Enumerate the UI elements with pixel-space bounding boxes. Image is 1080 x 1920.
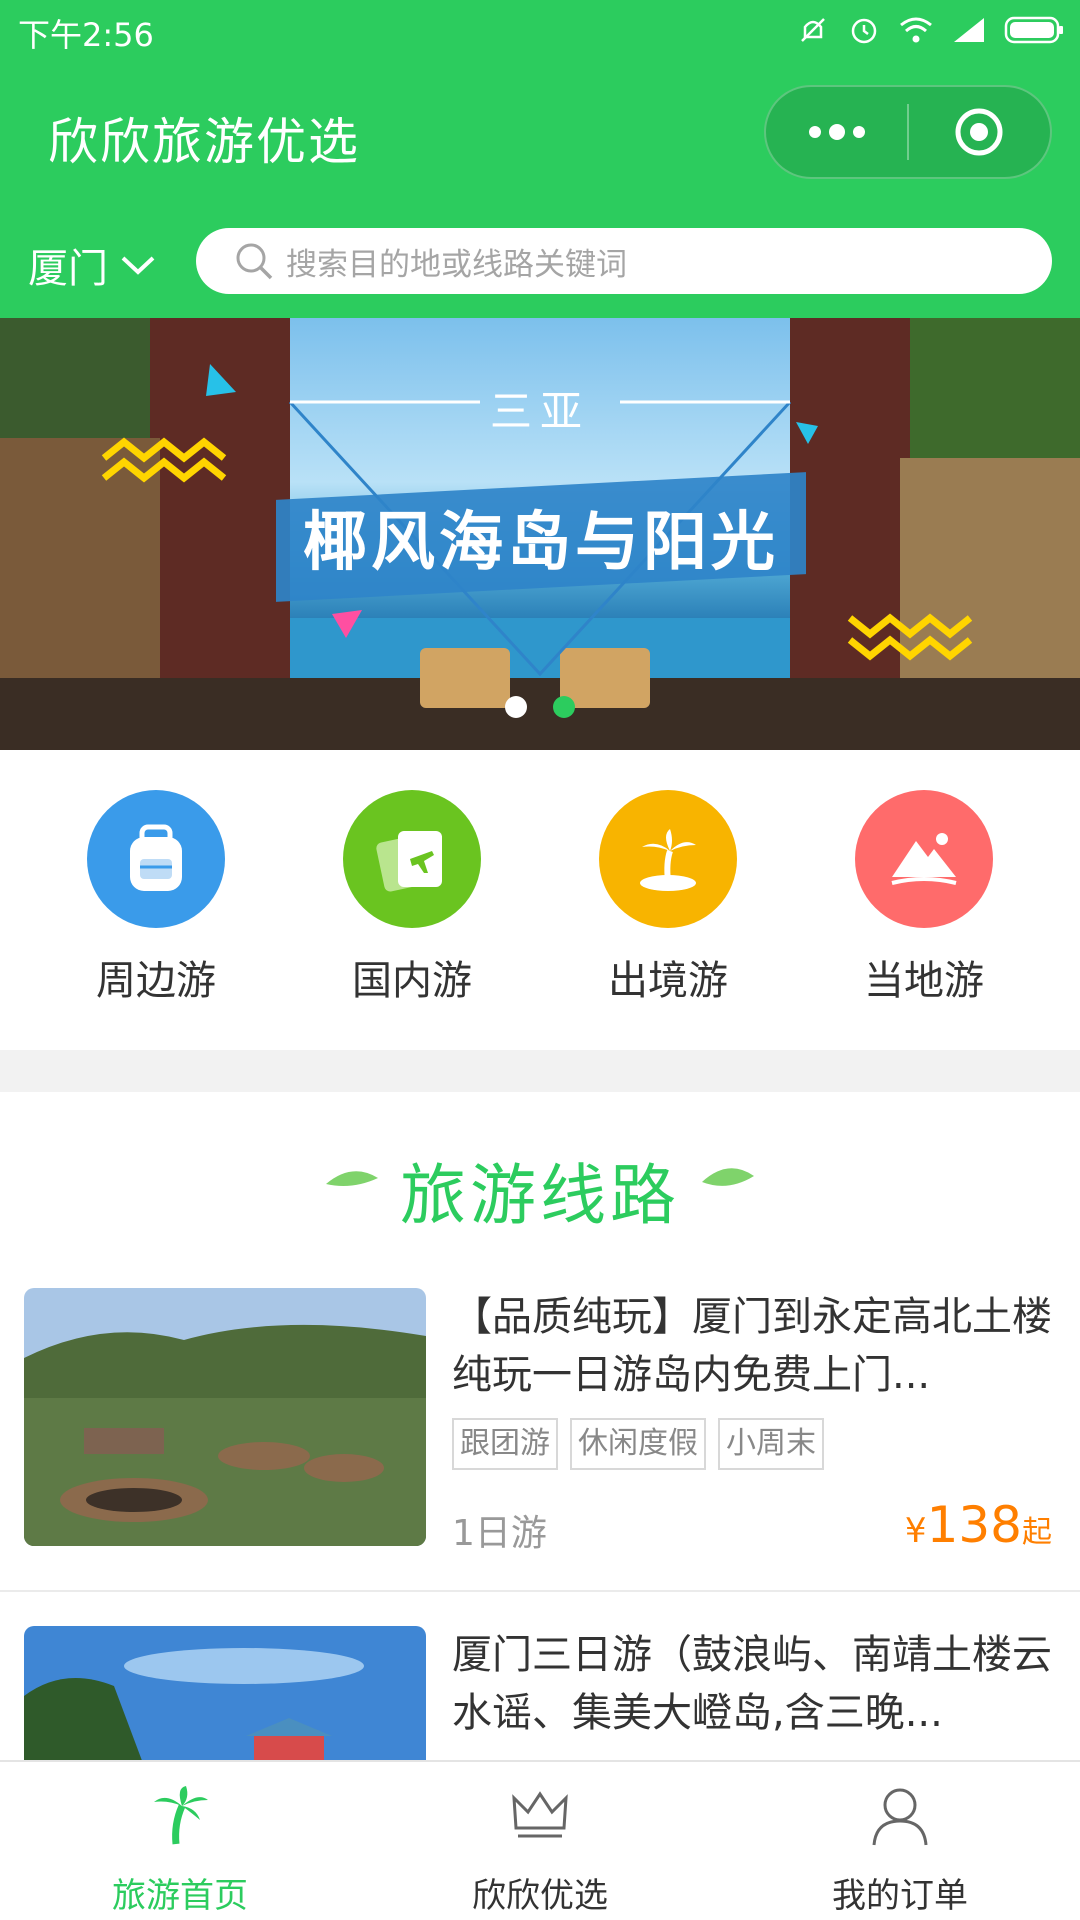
alarm-icon bbox=[848, 14, 880, 46]
category-label: 国内游 bbox=[352, 958, 472, 1004]
tab-label: 旅游首页 bbox=[112, 1876, 248, 1916]
route-tag: 小周末 bbox=[718, 1418, 824, 1470]
status-time: 下午2:56 bbox=[18, 16, 154, 54]
category-domestic[interactable]: 国内游 bbox=[312, 790, 512, 1006]
status-bar: 下午2:56 bbox=[0, 0, 1080, 62]
price-suffix: 起 bbox=[1022, 1515, 1052, 1550]
tab-label: 欣欣优选 bbox=[472, 1876, 608, 1916]
tab-home[interactable]: 旅游首页 bbox=[30, 1776, 330, 1917]
list-divider bbox=[0, 1590, 1080, 1592]
chevron-down-icon bbox=[121, 256, 155, 275]
price-value: 138 bbox=[926, 1496, 1022, 1554]
category-label: 周边游 bbox=[96, 958, 216, 1004]
route-title: 【品质纯玩】厦门到永定高北土楼纯玩一日游岛内免费上门... bbox=[452, 1294, 1052, 1398]
promo-banner[interactable]: 三亚 椰风海岛与阳光 bbox=[0, 318, 1080, 750]
tab-orders[interactable]: 我的订单 bbox=[750, 1776, 1050, 1917]
close-target-icon bbox=[955, 108, 1003, 156]
close-button[interactable] bbox=[909, 87, 1050, 177]
route-title: 厦门三日游（鼓浪屿、南靖土楼云水谣、集美大嶝岛,含三晚... bbox=[452, 1632, 1052, 1736]
tab-bar: 旅游首页 欣欣优选 我的订单 bbox=[0, 1760, 1080, 1920]
tab-label: 我的订单 bbox=[832, 1876, 968, 1916]
palm-tree-icon bbox=[30, 1776, 330, 1856]
header: 下午2:56 欣欣旅游优选 厦门 搜索目的地或线路关键词 bbox=[0, 0, 1080, 318]
more-icon bbox=[808, 124, 865, 140]
mini-program-capsule bbox=[764, 85, 1052, 179]
backpack-icon bbox=[87, 790, 225, 928]
mute-icon bbox=[796, 13, 830, 47]
search-row: 厦门 搜索目的地或线路关键词 bbox=[0, 228, 1080, 296]
pagination-dot-active[interactable] bbox=[553, 696, 575, 718]
route-thumbnail bbox=[24, 1288, 426, 1546]
wifi-icon bbox=[898, 15, 934, 45]
category-local[interactable]: 当地游 bbox=[824, 790, 1024, 1006]
category-outbound[interactable]: 出境游 bbox=[568, 790, 768, 1006]
signal-icon bbox=[952, 16, 986, 44]
user-icon bbox=[750, 1776, 1050, 1856]
palm-island-icon bbox=[599, 790, 737, 928]
banner-subtitle: 三亚 bbox=[489, 387, 590, 436]
category-label: 当地游 bbox=[864, 958, 984, 1004]
leaf-right-icon bbox=[702, 1168, 754, 1186]
pagination-dot[interactable] bbox=[505, 696, 527, 718]
city-label: 厦门 bbox=[28, 246, 108, 292]
mountain-icon bbox=[855, 790, 993, 928]
city-selector[interactable]: 厦门 bbox=[28, 236, 156, 294]
route-tag: 跟团游 bbox=[452, 1418, 558, 1470]
route-tags: 跟团游 休闲度假 小周末 bbox=[452, 1418, 824, 1470]
section-header: 旅游线路 bbox=[0, 1092, 1080, 1272]
nav-bar: 欣欣旅游优选 bbox=[0, 80, 1080, 190]
route-tag: 休闲度假 bbox=[570, 1418, 706, 1470]
more-button[interactable] bbox=[766, 87, 907, 177]
search-input[interactable]: 搜索目的地或线路关键词 bbox=[196, 228, 1052, 294]
status-icons bbox=[796, 12, 1064, 48]
section-title: 旅游线路 bbox=[400, 1157, 680, 1234]
route-duration: 1日游 bbox=[452, 1513, 547, 1554]
category-grid: 周边游 国内游 出境游 当地游 bbox=[0, 750, 1080, 1050]
crown-icon bbox=[390, 1776, 690, 1856]
ticket-plane-icon bbox=[343, 790, 481, 928]
category-label: 出境游 bbox=[608, 958, 728, 1004]
search-icon bbox=[236, 243, 273, 280]
banner-headline-text: 椰风海岛与阳光 bbox=[303, 506, 779, 580]
app-title: 欣欣旅游优选 bbox=[48, 113, 360, 171]
battery-icon bbox=[1004, 15, 1064, 45]
category-nearby[interactable]: 周边游 bbox=[56, 790, 256, 1006]
banner-headline: 椰风海岛与阳光 bbox=[276, 472, 806, 602]
price-currency: ¥ bbox=[904, 1511, 927, 1551]
route-price: ¥138起 bbox=[905, 1496, 1052, 1554]
section-separator bbox=[0, 1050, 1080, 1092]
search-placeholder: 搜索目的地或线路关键词 bbox=[286, 246, 627, 283]
banner-pagination bbox=[0, 696, 1080, 718]
tab-selection[interactable]: 欣欣优选 bbox=[390, 1776, 690, 1917]
